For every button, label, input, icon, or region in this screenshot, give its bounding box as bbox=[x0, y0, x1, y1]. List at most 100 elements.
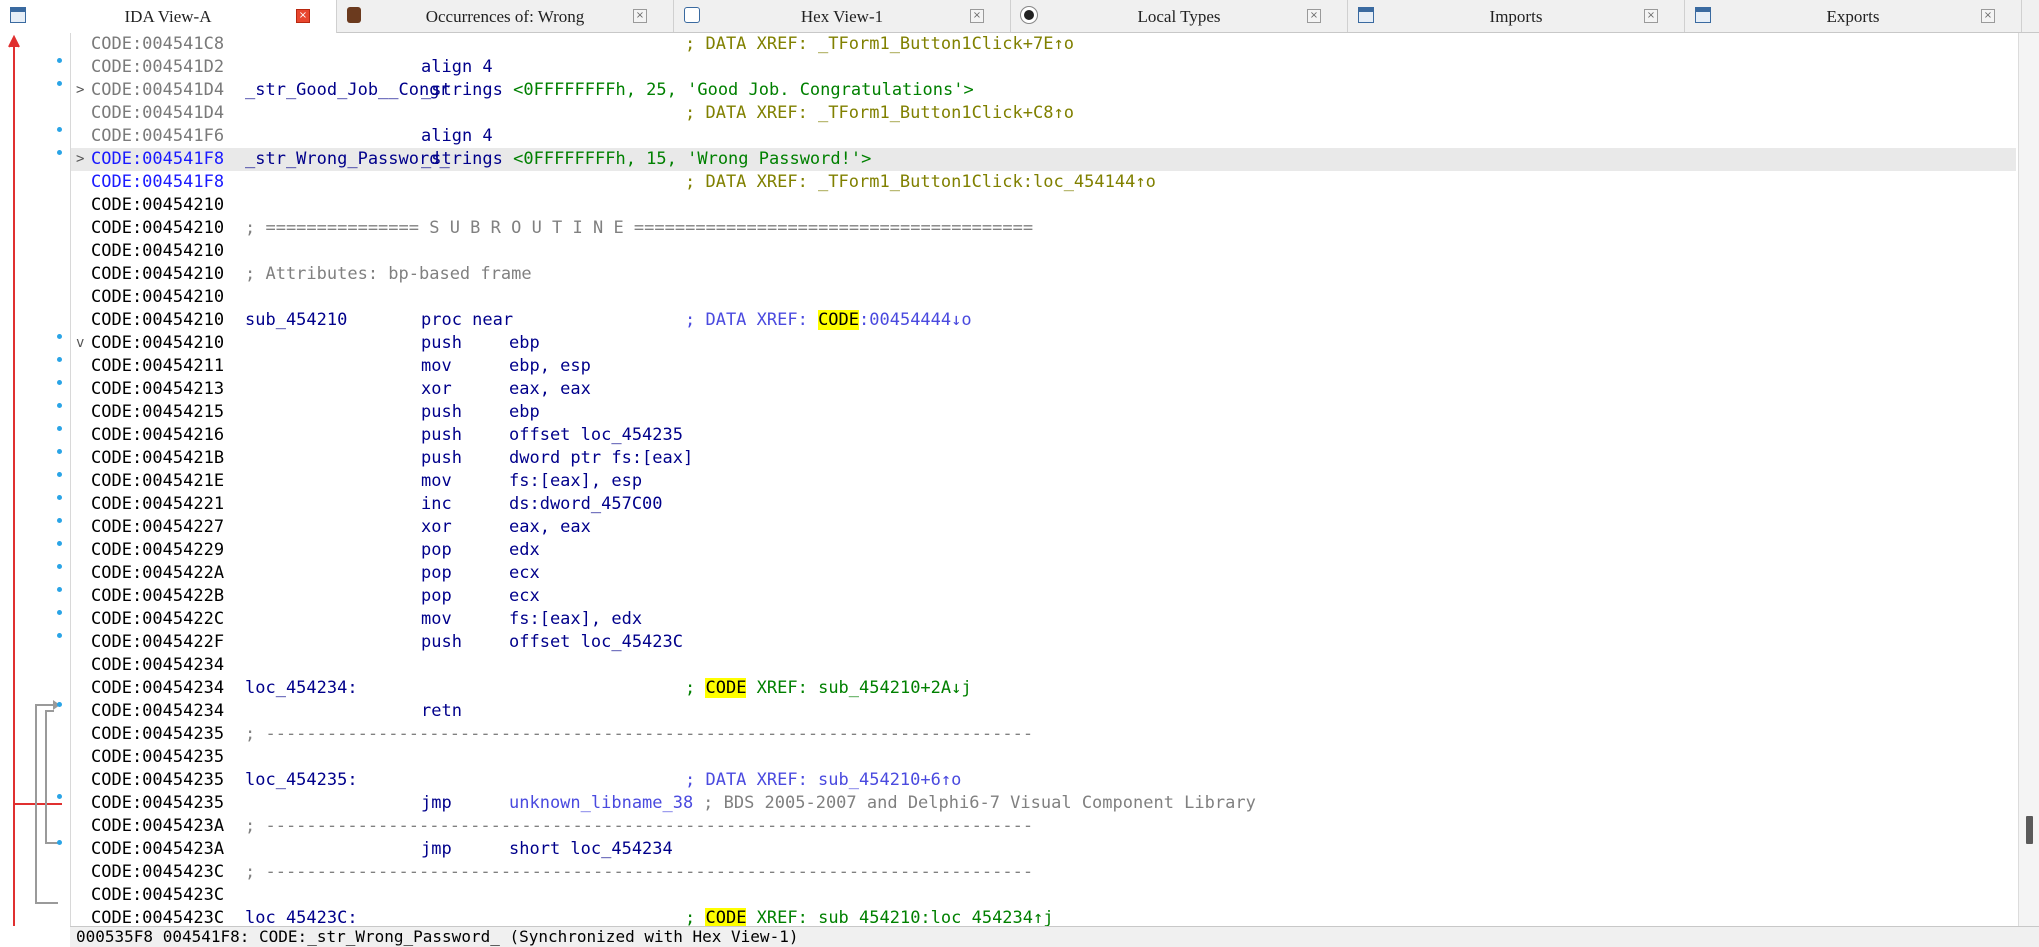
disasm-line[interactable]: CODE:00454210 bbox=[71, 194, 2016, 217]
disasm-line[interactable]: CODE:00454235 ; -------------------------… bbox=[71, 723, 2016, 746]
xref-comment: ; DATA XREF: _TForm1_Button1Click+C8↑o bbox=[685, 103, 1074, 123]
disasm-line[interactable]: CODE:004541D4 ; DATA XREF: _TForm1_Button… bbox=[71, 102, 2016, 125]
close-tab-icon[interactable]: × bbox=[296, 9, 310, 23]
tab-exports[interactable]: Exports × bbox=[1685, 0, 2022, 32]
code-label[interactable]: sub_454210 bbox=[245, 309, 347, 332]
disasm-line[interactable]: CODE:0045421B push dword ptr fs:[eax] bbox=[71, 447, 2016, 470]
disasm-line[interactable]: CODE:0045422C mov fs:[eax], edx bbox=[71, 608, 2016, 631]
xref-comment: ; DATA XREF: sub_454210+6↑o bbox=[685, 770, 962, 790]
disasm-line[interactable]: CODE:00454210 ; =============== S U B R O… bbox=[71, 217, 2016, 240]
breakpoint-dot[interactable] bbox=[57, 541, 62, 546]
tab-imports[interactable]: Imports × bbox=[1348, 0, 1685, 32]
disasm-line[interactable]: > CODE:004541F8 _str_Wrong_Password_ _strin… bbox=[71, 148, 2016, 171]
breakpoint-dot[interactable] bbox=[57, 127, 62, 132]
mnemonic: jmp bbox=[421, 839, 452, 859]
tab-label: Hex View-1 bbox=[800, 7, 884, 26]
tab-ida-view-a[interactable]: IDA View-A × bbox=[0, 0, 337, 33]
address: CODE:0045422F bbox=[91, 632, 225, 652]
disassembly-view[interactable]: CODE:004541C8 ; DATA XREF: _TForm1_Button… bbox=[70, 33, 2019, 928]
breakpoint-dot[interactable] bbox=[57, 334, 62, 339]
disasm-line[interactable]: CODE:004541C8 ; DATA XREF: _TForm1_Button… bbox=[71, 33, 2016, 56]
operand: eax, eax bbox=[509, 379, 591, 399]
code-label[interactable]: loc_454234: bbox=[245, 677, 358, 700]
breakpoint-dot[interactable] bbox=[57, 472, 62, 477]
fold-collapsed-icon[interactable]: > bbox=[76, 79, 84, 102]
code-label[interactable]: _str_Wrong_Password_ bbox=[245, 148, 450, 171]
data-definition: _strings <0FFFFFFFFh, 25, 'Good Job. Con… bbox=[421, 79, 974, 102]
disasm-line[interactable]: CODE:00454235 jmp unknown_libname_38 ; BDS … bbox=[71, 792, 2016, 815]
fold-collapsed-icon[interactable]: > bbox=[76, 148, 84, 171]
fold-expanded-icon[interactable]: v bbox=[76, 332, 84, 355]
close-tab-icon[interactable]: × bbox=[970, 9, 984, 23]
disasm-line[interactable]: CODE:0045421E mov fs:[eax], esp bbox=[71, 470, 2016, 493]
breakpoint-dot[interactable] bbox=[57, 380, 62, 385]
operand: offset loc_454235 bbox=[509, 425, 683, 445]
disasm-line[interactable]: CODE:00454216 push offset loc_454235 bbox=[71, 424, 2016, 447]
disasm-line[interactable]: CODE:0045422F push offset loc_45423C bbox=[71, 631, 2016, 654]
code-label[interactable]: _str_Good_Job__Congr bbox=[245, 79, 450, 102]
disasm-line[interactable]: CODE:00454234 loc_454234:; CODE XREF: sub… bbox=[71, 677, 2016, 700]
address: CODE:00454216 bbox=[91, 425, 225, 445]
breakpoint-dot[interactable] bbox=[57, 794, 62, 799]
disasm-line[interactable]: CODE:00454234 bbox=[71, 654, 2016, 677]
tab-bar: IDA View-A × Occurrences of: Wrong × Hex Vie… bbox=[0, 0, 2039, 33]
disasm-line[interactable]: CODE:0045422A pop ecx bbox=[71, 562, 2016, 585]
breakpoint-dot[interactable] bbox=[57, 81, 62, 86]
breakpoint-dot[interactable] bbox=[57, 518, 62, 523]
breakpoint-dot[interactable] bbox=[57, 150, 62, 155]
breakpoint-dot[interactable] bbox=[57, 449, 62, 454]
breakpoint-dot[interactable] bbox=[57, 357, 62, 362]
xref-comment: ; DATA XREF: _TForm1_Button1Click+7E↑o bbox=[685, 34, 1074, 54]
disasm-line[interactable]: CODE:00454210 bbox=[71, 240, 2016, 263]
xref-target[interactable]: XREF: sub_454210+2A↓j bbox=[746, 678, 972, 698]
disasm-line[interactable]: CODE:004541F6 align 4 bbox=[71, 125, 2016, 148]
address: CODE:00454229 bbox=[91, 540, 225, 560]
disasm-line[interactable]: CODE:0045423A ; -------------------------… bbox=[71, 815, 2016, 838]
breakpoint-dot[interactable] bbox=[57, 403, 62, 408]
disasm-line[interactable]: v CODE:00454210 push ebp bbox=[71, 332, 2016, 355]
disasm-line[interactable]: CODE:00454229 pop edx bbox=[71, 539, 2016, 562]
disasm-line[interactable]: CODE:00454210 ; Attributes: bp-based fram… bbox=[71, 263, 2016, 286]
breakpoint-dot[interactable] bbox=[57, 702, 62, 707]
disasm-line[interactable]: CODE:00454221 inc ds:dword_457C00 bbox=[71, 493, 2016, 516]
address: CODE:00454210 bbox=[91, 287, 225, 307]
close-tab-icon[interactable]: × bbox=[1981, 9, 1995, 23]
breakpoint-dot[interactable] bbox=[57, 587, 62, 592]
tab-hex-view-1[interactable]: Hex View-1 × bbox=[674, 0, 1011, 32]
tab-occurrences-of-wrong[interactable]: Occurrences of: Wrong × bbox=[337, 0, 674, 32]
breakpoint-dot[interactable] bbox=[57, 58, 62, 63]
close-tab-icon[interactable]: × bbox=[1644, 9, 1658, 23]
xref-target[interactable]: :00454444↓o bbox=[859, 310, 972, 330]
disasm-line[interactable]: CODE:00454234 retn bbox=[71, 700, 2016, 723]
disasm-line[interactable]: CODE:004541F8 ; DATA XREF: _TForm1_Button… bbox=[71, 171, 2016, 194]
disasm-line[interactable]: CODE:00454215 push ebp bbox=[71, 401, 2016, 424]
disasm-line[interactable]: > CODE:004541D4 _str_Good_Job__Congr _strin… bbox=[71, 79, 2016, 102]
close-tab-icon[interactable]: × bbox=[1307, 9, 1321, 23]
breakpoint-dot[interactable] bbox=[57, 564, 62, 569]
disasm-line[interactable]: CODE:004541D2 align 4 bbox=[71, 56, 2016, 79]
disasm-line[interactable]: CODE:00454235 bbox=[71, 746, 2016, 769]
disasm-line[interactable]: CODE:00454210 bbox=[71, 286, 2016, 309]
disasm-line[interactable]: CODE:0045422B pop ecx bbox=[71, 585, 2016, 608]
disasm-line[interactable]: CODE:00454213 xor eax, eax bbox=[71, 378, 2016, 401]
scrollbar-thumb[interactable] bbox=[2026, 816, 2033, 844]
breakpoint-dot[interactable] bbox=[57, 610, 62, 615]
disasm-line[interactable]: CODE:00454210 sub_454210 proc near ; DATA X… bbox=[71, 309, 2016, 332]
vertical-scrollbar[interactable] bbox=[2018, 33, 2039, 926]
library-function-link[interactable]: unknown_libname_38 bbox=[509, 792, 693, 815]
disasm-line[interactable]: CODE:00454227 xor eax, eax bbox=[71, 516, 2016, 539]
mnemonic: proc near bbox=[421, 310, 514, 330]
close-tab-icon[interactable]: × bbox=[633, 9, 647, 23]
code-label[interactable]: loc_454235: bbox=[245, 769, 358, 792]
breakpoint-dot[interactable] bbox=[57, 495, 62, 500]
tab-local-types[interactable]: Local Types × bbox=[1011, 0, 1348, 32]
disasm-line[interactable]: CODE:00454211 mov ebp, esp bbox=[71, 355, 2016, 378]
breakpoint-dot[interactable] bbox=[57, 426, 62, 431]
disasm-line[interactable]: CODE:00454235 loc_454235: ; DATA XREF: sub… bbox=[71, 769, 2016, 792]
xref-target[interactable]: XREF: sub_454210:loc_454234↑j bbox=[746, 908, 1054, 928]
disasm-line[interactable]: CODE:0045423A jmp short loc_454234 bbox=[71, 838, 2016, 861]
breakpoint-dot[interactable] bbox=[57, 633, 62, 638]
disasm-line[interactable]: CODE:0045423C bbox=[71, 884, 2016, 907]
breakpoint-dot[interactable] bbox=[57, 840, 62, 845]
disasm-line[interactable]: CODE:0045423C ; -------------------------… bbox=[71, 861, 2016, 884]
